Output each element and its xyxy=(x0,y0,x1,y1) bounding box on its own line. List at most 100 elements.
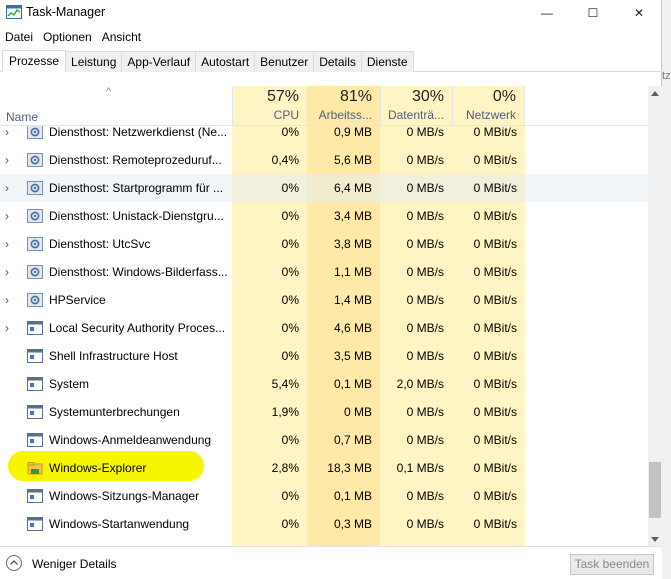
gear-icon xyxy=(27,237,43,251)
menu-ansicht[interactable]: Ansicht xyxy=(97,28,146,46)
disk-value: 0 MB/s xyxy=(406,153,444,167)
process-row[interactable]: › Diensthost: Netzwerkdienst (Ne... 0% 0,9 … xyxy=(0,126,648,146)
process-name: Diensthost: UtcSvc xyxy=(49,237,151,251)
process-row[interactable]: › Diensthost: Windows-Bilderfass... 0% 1,1 … xyxy=(0,258,648,286)
expand-chevron-icon[interactable]: › xyxy=(5,321,15,335)
memory-value: 1,4 MB xyxy=(333,293,372,307)
network-value: 0 MBit/s xyxy=(473,293,517,307)
header-network[interactable]: 0% Netzwerk xyxy=(452,86,525,126)
disk-value: 0 MB/s xyxy=(406,237,444,251)
header-name[interactable]: Name xyxy=(6,110,38,124)
process-list: › Diensthost: Netzwerkdienst (Ne... 0% 0,9 … xyxy=(0,126,648,546)
less-details-link[interactable]: Weniger Details xyxy=(32,557,116,571)
process-name: Local Security Authority Proces... xyxy=(49,321,226,335)
menu-optionen[interactable]: Optionen xyxy=(38,28,97,46)
process-row[interactable]: › Diensthost: Unistack-Dienstgru... 0% 3,4 … xyxy=(0,202,648,230)
process-name: Shell Infrastructure Host xyxy=(49,349,178,363)
disk-label: Datenträ... xyxy=(387,108,444,122)
cpu-value: 0% xyxy=(281,489,299,503)
tab-details[interactable]: Details xyxy=(313,51,362,72)
cpu-total: 57% xyxy=(266,88,299,105)
cpu-value: 0% xyxy=(281,321,299,335)
scroll-up-icon[interactable] xyxy=(648,86,662,100)
process-row[interactable]: › HPService 0% 1,4 MB 0 MB/s 0 MBit/s xyxy=(0,286,648,314)
minimize-icon: — xyxy=(541,6,553,20)
process-row[interactable]: › Diensthost: UtcSvc 0% 3,8 MB 0 MB/s 0 MBit/… xyxy=(0,230,648,258)
tab-prozesse[interactable]: Prozesse xyxy=(2,50,67,72)
process-row[interactable]: Shell Infrastructure Host 0% 3,5 MB 0 MB/s 0… xyxy=(0,342,648,370)
process-row[interactable]: Windows-Startanwendung 0% 0,3 MB 0 MB/s 0 MB… xyxy=(0,510,648,538)
memory-total: 81% xyxy=(339,88,372,105)
memory-value: 3,5 MB xyxy=(333,349,372,363)
gear-icon xyxy=(27,126,43,139)
menu-datei[interactable]: Datei xyxy=(0,28,38,46)
tab-dienste[interactable]: Dienste xyxy=(360,51,414,72)
memory-value: 3,8 MB xyxy=(333,237,372,251)
gear-icon xyxy=(27,153,43,167)
maximize-button[interactable]: ☐ xyxy=(570,0,616,26)
process-name: Windows-Startanwendung xyxy=(49,517,190,531)
tab-leistung[interactable]: Leistung xyxy=(65,51,123,72)
header-memory[interactable]: 81% Arbeitss... xyxy=(307,86,380,126)
title-bar: Task-Manager — ☐ ✕ xyxy=(0,0,662,26)
window-icon xyxy=(27,405,43,419)
network-value: 0 MBit/s xyxy=(473,405,517,419)
maximize-icon: ☐ xyxy=(587,6,599,20)
process-row[interactable]: › Diensthost: Remoteprozeduruf... 0,4% 5,6 … xyxy=(0,146,648,174)
network-value: 0 MBit/s xyxy=(473,209,517,223)
header-disk[interactable]: 30% Datenträ... xyxy=(380,86,452,126)
close-button[interactable]: ✕ xyxy=(616,0,662,26)
expand-chevron-icon[interactable]: › xyxy=(5,293,15,307)
minimize-button[interactable]: — xyxy=(524,0,570,26)
cpu-value: 0% xyxy=(281,126,299,139)
end-task-button[interactable]: Task beenden xyxy=(570,554,654,575)
window-icon xyxy=(27,349,43,363)
process-row[interactable]: System 5,4% 0,1 MB 2,0 MB/s 0 MBit/s xyxy=(0,370,648,398)
cpu-value: 0,4% xyxy=(271,153,299,167)
gear-icon xyxy=(27,209,43,223)
process-name: HPService xyxy=(49,293,106,307)
disk-value: 0 MB/s xyxy=(406,209,444,223)
footer: Weniger Details Task beenden xyxy=(0,546,662,579)
disk-value: 0 MB/s xyxy=(406,181,444,195)
disk-value: 0 MB/s xyxy=(406,126,444,139)
memory-value: 5,6 MB xyxy=(333,153,372,167)
process-row[interactable]: › Diensthost: Startprogramm für ... 0% 6,4 … xyxy=(0,174,648,202)
process-row[interactable]: Windows-Explorer 2,8% 18,3 MB 0,1 MB/s 0 MBi… xyxy=(0,454,648,482)
expand-chevron-icon[interactable]: › xyxy=(5,265,15,279)
tab-benutzer[interactable]: Benutzer xyxy=(254,51,315,72)
disk-value: 0 MB/s xyxy=(406,349,444,363)
window-title: Task-Manager xyxy=(26,5,106,19)
expand-chevron-icon[interactable]: › xyxy=(5,153,15,167)
expand-chevron-icon[interactable]: › xyxy=(5,237,15,251)
background-text-fragment: tz xyxy=(662,70,671,82)
network-value: 0 MBit/s xyxy=(473,433,517,447)
disk-value: 0 MB/s xyxy=(406,293,444,307)
process-row[interactable]: › Local Security Authority Proces... 0% 4,6… xyxy=(0,314,648,342)
disk-value: 0,1 MB/s xyxy=(396,461,444,475)
memory-value: 0,9 MB xyxy=(333,126,372,139)
memory-value: 1,1 MB xyxy=(333,265,372,279)
header-cpu[interactable]: 57% CPU xyxy=(232,86,307,126)
expand-chevron-icon[interactable]: › xyxy=(5,126,15,139)
process-row[interactable]: Systemunterbrechungen 1,9% 0 MB 0 MB/s 0 MBi… xyxy=(0,398,648,426)
collapse-icon[interactable] xyxy=(6,555,22,571)
tab-app-verlauf[interactable]: App-Verlauf xyxy=(121,51,197,72)
scrollbar-thumb[interactable] xyxy=(649,462,661,518)
expand-chevron-icon[interactable]: › xyxy=(5,181,15,195)
network-value: 0 MBit/s xyxy=(473,181,517,195)
memory-value: 4,6 MB xyxy=(333,321,372,335)
scroll-down-icon[interactable] xyxy=(648,532,662,546)
network-value: 0 MBit/s xyxy=(473,265,517,279)
memory-value: 0,1 MB xyxy=(333,489,372,503)
tab-autostart[interactable]: Autostart xyxy=(195,51,256,72)
process-name: Windows-Anmeldeanwendung xyxy=(49,433,212,447)
cpu-label: CPU xyxy=(273,108,299,122)
process-row[interactable]: Windows-Sitzungs-Manager 0% 0,1 MB 0 MB/s 0 … xyxy=(0,482,648,510)
cpu-value: 0% xyxy=(281,349,299,363)
cpu-value: 0% xyxy=(281,293,299,307)
network-value: 0 MBit/s xyxy=(473,349,517,363)
memory-value: 0,7 MB xyxy=(333,433,372,447)
process-row[interactable]: Windows-Anmeldeanwendung 0% 0,7 MB 0 MB/s 0 … xyxy=(0,426,648,454)
expand-chevron-icon[interactable]: › xyxy=(5,209,15,223)
